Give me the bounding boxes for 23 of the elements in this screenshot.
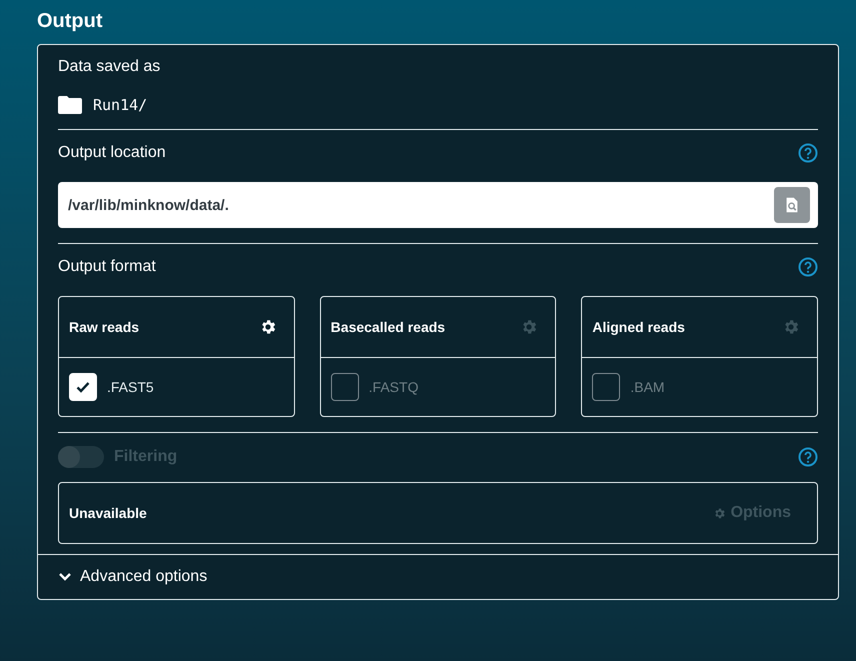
format-extension: .BAM bbox=[630, 379, 665, 395]
format-title: Basecalled reads bbox=[330, 319, 446, 335]
checkbox[interactable] bbox=[592, 373, 620, 401]
format-extension: .FASTQ bbox=[368, 379, 418, 395]
field-label: Output format bbox=[58, 258, 156, 276]
folder-icon bbox=[58, 96, 82, 114]
browse-button[interactable] bbox=[774, 187, 810, 223]
gear-icon bbox=[712, 506, 726, 520]
format-title: Raw reads bbox=[69, 319, 140, 335]
help-icon[interactable] bbox=[798, 257, 818, 277]
status-text: Unavailable bbox=[69, 505, 147, 521]
format-extension: .FAST5 bbox=[107, 379, 154, 395]
field-label: Output location bbox=[58, 144, 166, 162]
field-label: Data saved as bbox=[58, 58, 160, 76]
path-field[interactable]: /var/lib/minknow/data/. bbox=[58, 182, 818, 228]
help-icon[interactable] bbox=[798, 447, 818, 467]
help-icon[interactable] bbox=[798, 143, 818, 163]
checkbox[interactable] bbox=[330, 373, 359, 401]
folder-name: Run14/ bbox=[93, 96, 148, 114]
section-title: Output bbox=[37, 10, 103, 33]
format-title: Aligned reads bbox=[592, 319, 685, 335]
chevron-icon bbox=[58, 572, 72, 582]
advanced-options-toggle[interactable]: Advanced options bbox=[38, 554, 838, 599]
